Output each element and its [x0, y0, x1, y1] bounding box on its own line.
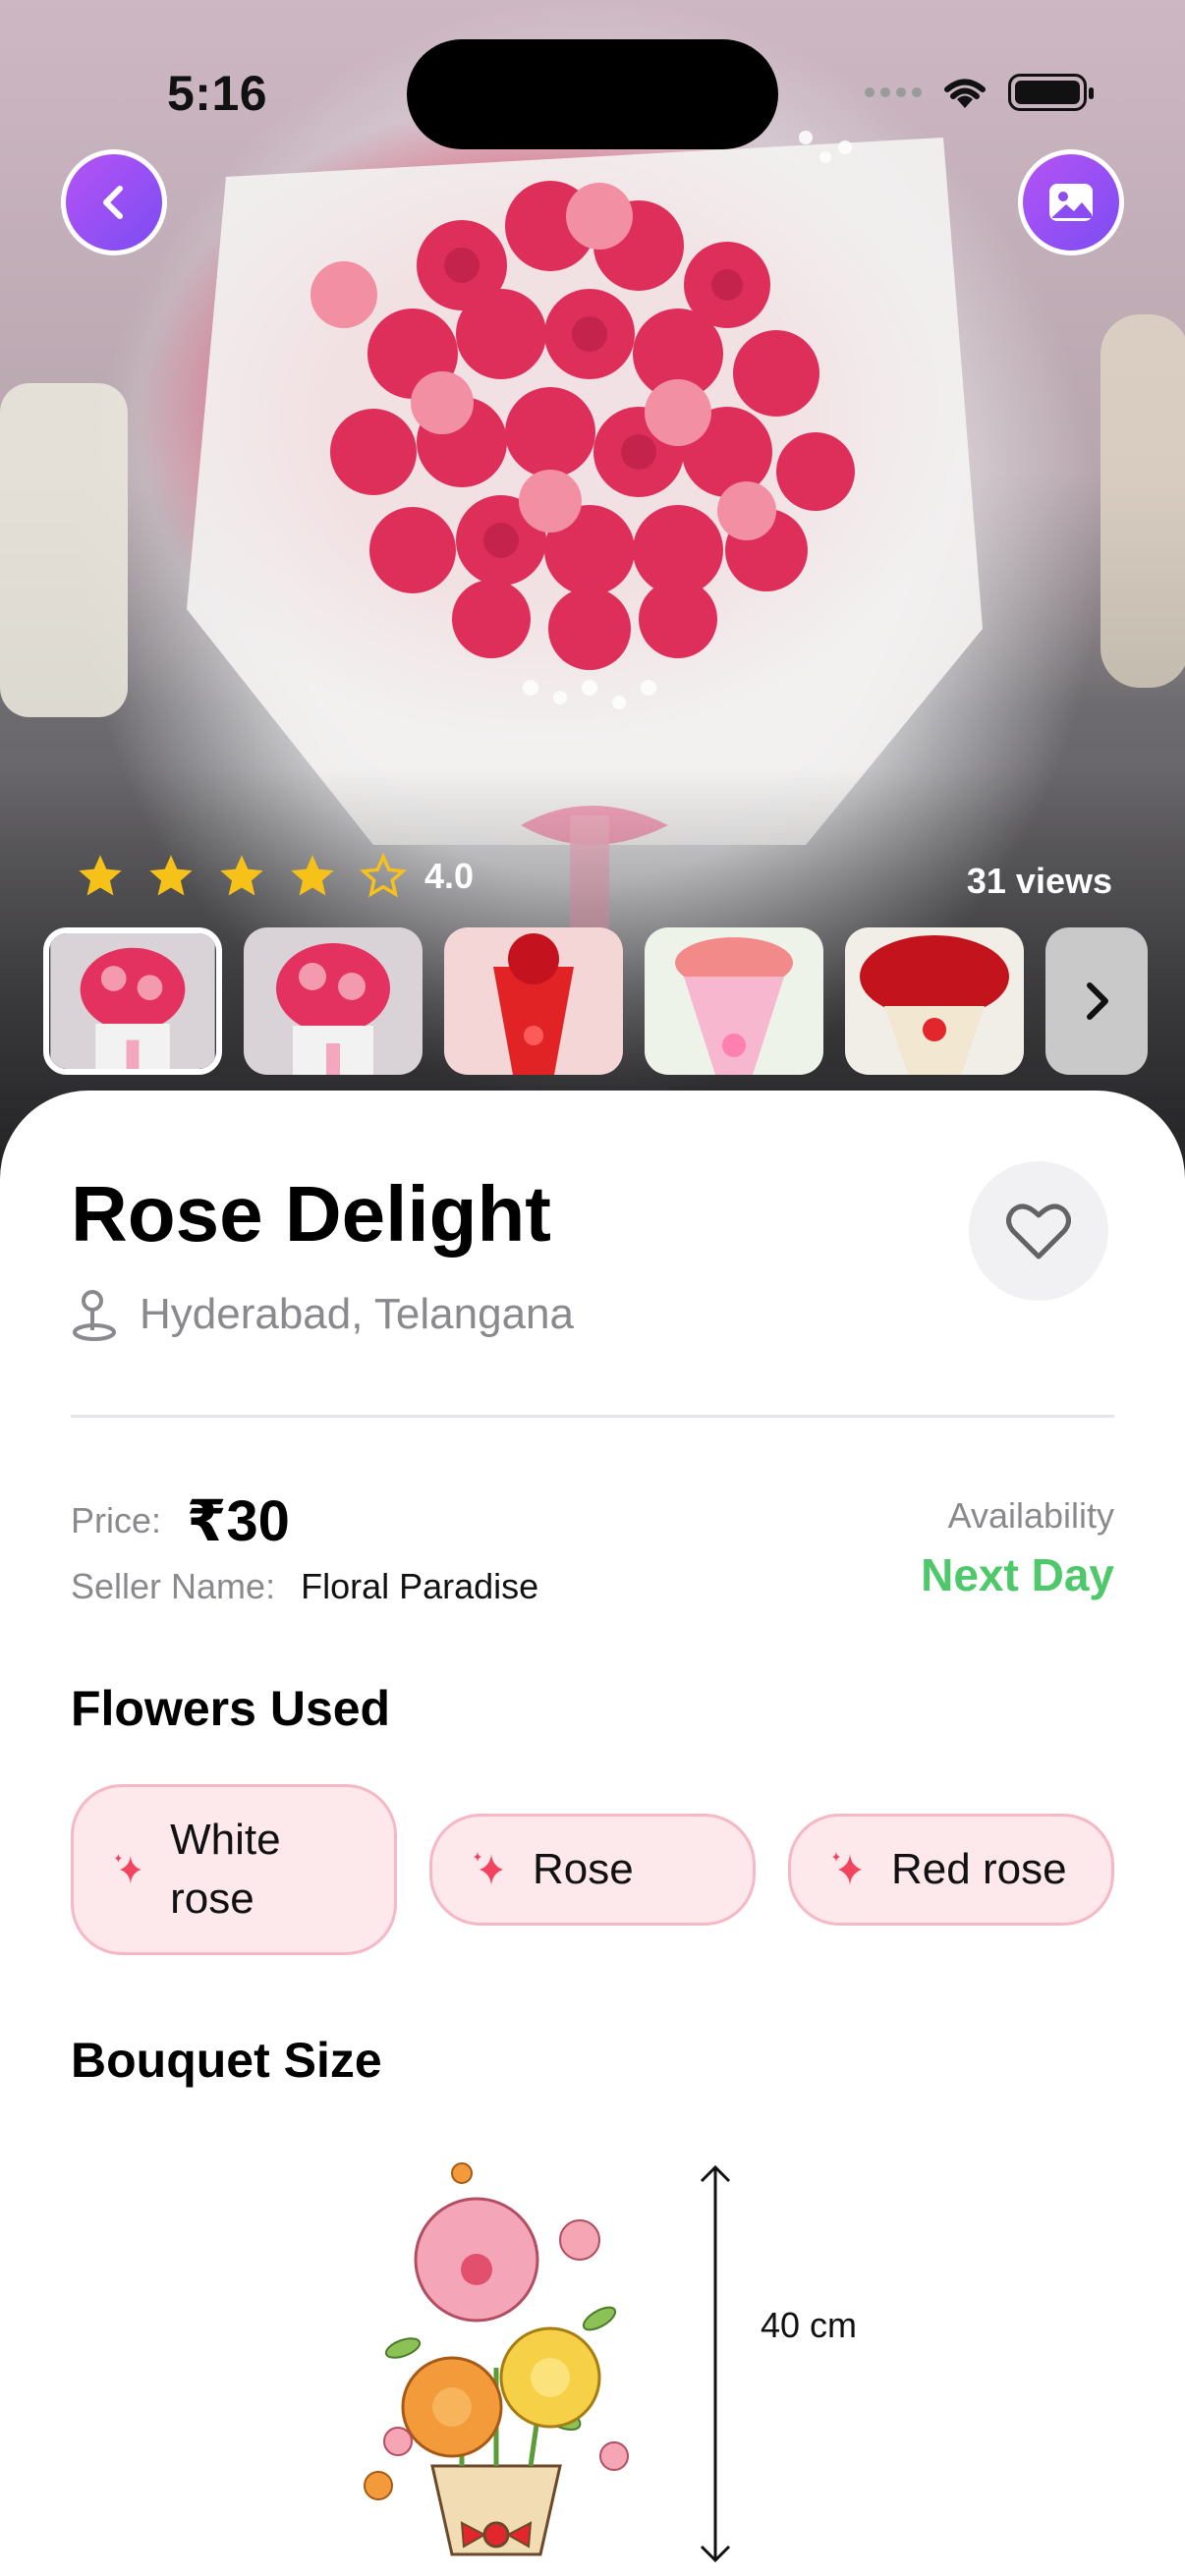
star-filled-icon: [79, 855, 122, 896]
chevron-right-icon: [1087, 982, 1108, 1020]
bouquet-size-title: Bouquet Size: [71, 2033, 382, 2088]
flower-chip-label: Red rose: [891, 1845, 1067, 1893]
sparkle-icon: [114, 1853, 141, 1884]
availability-label: Availability: [947, 1495, 1114, 1536]
star-filled-icon: [149, 855, 193, 896]
height-label: 40 cm: [761, 2305, 858, 2345]
sparkle-icon: [474, 1852, 503, 1885]
thumbnail-2[interactable]: [244, 927, 423, 1075]
rating: 4.0: [75, 851, 474, 902]
thumbnails-next-button[interactable]: [1045, 927, 1148, 1075]
star-filled-icon: [220, 855, 263, 896]
battery-icon: [1008, 74, 1094, 111]
price-label: Price:: [71, 1500, 162, 1540]
bouquet-size-illustration: [364, 2162, 731, 2563]
star-filled-icon: [291, 855, 334, 896]
divider: [71, 1415, 1114, 1418]
availability-value: Next Day: [921, 1549, 1114, 1600]
rating-value: 4.0: [424, 856, 475, 896]
thumbnail-strip: [43, 927, 1148, 1075]
flower-chip-label: Rose: [533, 1845, 634, 1893]
location-text: Hyderabad, Telangana: [140, 1290, 574, 1338]
flowers-chips: White rose Rose Red rose: [71, 1784, 1114, 1955]
signal-icon: [865, 87, 922, 97]
seller-name: Floral Paradise: [301, 1566, 539, 1606]
thumbnail-1[interactable]: [43, 927, 222, 1075]
pin-icon: [73, 1290, 116, 1341]
price-row: Price: ₹30: [71, 1487, 290, 1554]
status-icons: [865, 73, 1094, 112]
gallery-button[interactable]: [1018, 149, 1124, 255]
seller-row: Seller Name: Floral Paradise: [71, 1566, 538, 1607]
image-icon: [1049, 184, 1093, 221]
seller-label: Seller Name:: [71, 1566, 276, 1606]
chevron-left-icon: [103, 186, 123, 219]
price-value: ₹30: [187, 1489, 290, 1553]
location: Hyderabad, Telangana: [71, 1287, 574, 1342]
thumbnail-5[interactable]: [845, 927, 1024, 1075]
favorite-button[interactable]: [969, 1161, 1108, 1301]
star-empty-icon: [359, 852, 408, 898]
thumbnail-4[interactable]: [645, 927, 823, 1075]
flowers-used-title: Flowers Used: [71, 1681, 391, 1736]
wifi-icon: [944, 79, 986, 108]
heart-icon: [1006, 1204, 1071, 1260]
status-time: 5:16: [167, 66, 268, 121]
dynamic-island: [407, 39, 778, 149]
flower-chip[interactable]: Red rose: [788, 1814, 1114, 1926]
flower-chip[interactable]: Rose: [429, 1814, 756, 1926]
sparkle-icon: [832, 1852, 862, 1885]
product-title: Rose Delight: [71, 1170, 551, 1258]
thumbnail-3[interactable]: [444, 927, 623, 1075]
detail-card: Rose Delight Hyderabad, Telangana Price:…: [0, 1091, 1185, 2576]
flower-chip[interactable]: White rose: [71, 1784, 397, 1955]
back-button[interactable]: [61, 149, 167, 255]
flower-chip-label: White rose: [170, 1816, 281, 1923]
views-count: 31 views: [966, 861, 1112, 901]
